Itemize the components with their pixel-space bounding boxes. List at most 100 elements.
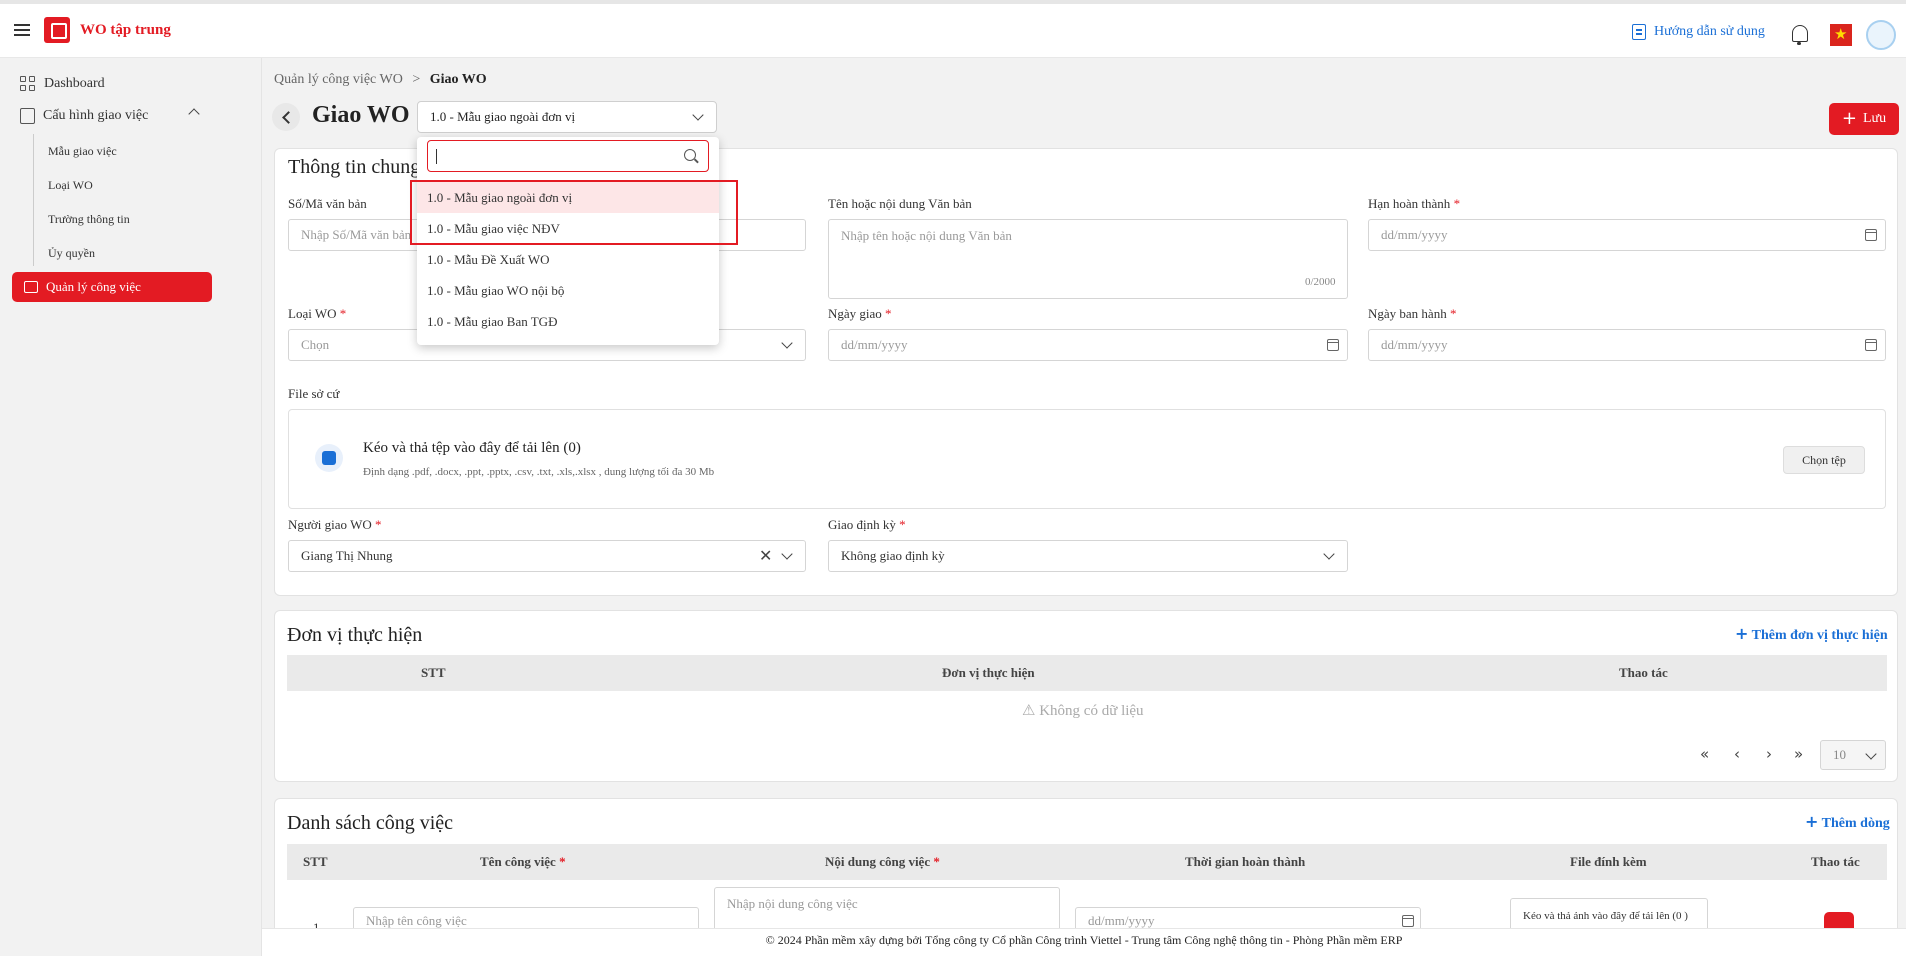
- text-caret: [436, 149, 437, 164]
- sidebar-subitem-fields[interactable]: Trường thông tin: [48, 212, 130, 227]
- template-search-input[interactable]: [427, 140, 709, 172]
- prev-page-icon[interactable]: ‹: [1734, 745, 1740, 763]
- page-size-select[interactable]: 10: [1820, 740, 1886, 770]
- search-icon: [684, 149, 696, 161]
- required-mark: *: [559, 854, 566, 869]
- app-title[interactable]: WO tập trung: [80, 22, 171, 39]
- required-mark: *: [1453, 196, 1461, 211]
- next-page-icon[interactable]: ›: [1766, 745, 1772, 763]
- sidebar-subitem-delegation[interactable]: Ủy quyền: [48, 246, 95, 261]
- column-header-text: Nội dung công việc: [825, 854, 931, 869]
- tasks-table-header: STT Tên công việc * Nội dung công việc *…: [287, 844, 1887, 880]
- breadcrumb-parent[interactable]: Quản lý công việc WO: [274, 72, 403, 87]
- avatar[interactable]: [1866, 20, 1896, 50]
- date-placeholder: dd/mm/yyyy: [1381, 337, 1448, 352]
- dropdown-option[interactable]: 1.0 - Mẫu giao WO nội bộ: [417, 275, 719, 306]
- add-unit-link[interactable]: + Thêm đơn vị thực hiện: [1735, 624, 1888, 644]
- last-page-icon[interactable]: »: [1794, 745, 1803, 763]
- column-header-text: Tên công việc: [480, 854, 556, 869]
- page-title: Giao WO: [312, 102, 410, 128]
- char-counter: 0/2000: [1305, 276, 1336, 288]
- first-page-icon[interactable]: «: [1700, 745, 1709, 763]
- periodic-select[interactable]: Không giao định kỳ: [828, 540, 1348, 572]
- vietnam-flag-icon[interactable]: [1830, 24, 1852, 46]
- tasks-title: Danh sách công việc: [287, 812, 454, 834]
- wo-type-label: Loại WO *: [288, 306, 346, 322]
- document-icon: [20, 108, 35, 124]
- assign-date-label: Ngày giao *: [828, 306, 892, 322]
- required-mark: *: [885, 306, 892, 321]
- doc-name-textarea[interactable]: Nhập tên hoặc nội dung Văn bản 0/2000: [828, 219, 1348, 299]
- sidebar-item-dashboard[interactable]: Dashboard: [20, 76, 105, 92]
- assign-date-input[interactable]: dd/mm/yyyy: [828, 329, 1348, 361]
- assigner-select[interactable]: Giang Thị Nhung ✕: [288, 540, 806, 572]
- sidebar-item-config[interactable]: Cấu hình giao việc: [20, 108, 148, 124]
- sidebar-item-work-management[interactable]: Quản lý công việc: [12, 272, 212, 302]
- wo-type-label-text: Loại WO: [288, 306, 337, 321]
- units-table-header: STT Đơn vị thực hiện Thao tác: [287, 655, 1887, 691]
- file-drop-zone[interactable]: Kéo và thả tệp vào đây để tải lên (0) Đị…: [288, 409, 1886, 509]
- calendar-icon: [1865, 339, 1877, 351]
- required-mark: *: [374, 517, 382, 532]
- wo-type-placeholder: Chọn: [301, 337, 330, 352]
- dropdown-option[interactable]: 1.0 - Mẫu Đề Xuất WO: [417, 244, 719, 275]
- breadcrumb-separator: >: [412, 72, 421, 87]
- calendar-icon: [1402, 915, 1414, 927]
- bell-icon[interactable]: [1790, 24, 1808, 45]
- calendar-icon: [1865, 229, 1877, 241]
- breadcrumb: Quản lý công việc WO > Giao WO: [274, 72, 487, 88]
- general-info-title: Thông tin chung: [288, 156, 421, 178]
- dropdown-option[interactable]: 1.0 - Mẫu giao Ban TGĐ: [417, 306, 719, 337]
- required-mark: *: [933, 854, 940, 869]
- file-label: File sở cứ: [288, 386, 340, 401]
- dashboard-icon: [20, 76, 36, 92]
- column-header: Thời gian hoàn thành: [1185, 854, 1306, 869]
- sidebar-subitem-templates[interactable]: Mẫu giao việc: [48, 144, 117, 159]
- add-row-label: Thêm dòng: [1821, 816, 1890, 831]
- submenu-divider: [33, 134, 34, 266]
- date-placeholder: dd/mm/yyyy: [1381, 227, 1448, 242]
- column-header: Thao tác: [1619, 665, 1668, 680]
- doc-name-placeholder: Nhập tên hoặc nội dung Văn bản: [841, 228, 1012, 243]
- chevron-up-icon[interactable]: [188, 108, 200, 120]
- column-header: STT: [421, 665, 446, 680]
- deadline-label-text: Hạn hoàn thành: [1368, 196, 1451, 211]
- required-mark: *: [899, 517, 906, 532]
- sidebar: Dashboard Cấu hình giao việc Mẫu giao vi…: [0, 58, 262, 956]
- briefcase-icon: [24, 281, 38, 293]
- deadline-date-input[interactable]: dd/mm/yyyy: [1368, 219, 1886, 251]
- deadline-label: Hạn hoàn thành *: [1368, 196, 1460, 212]
- required-mark: *: [1449, 306, 1457, 321]
- plus-icon: +: [1735, 624, 1749, 643]
- footer: © 2024 Phần mềm xây dựng bởi Tổng công t…: [262, 928, 1906, 956]
- template-select[interactable]: 1.0 - Mẫu giao ngoài đơn vị: [417, 101, 717, 133]
- assigner-label-text: Người giao WO: [288, 517, 372, 532]
- user-guide-link[interactable]: Hướng dẫn sử dụng: [1632, 24, 1765, 40]
- issue-date-label: Ngày ban hành *: [1368, 306, 1456, 322]
- sidebar-item-label: Cấu hình giao việc: [43, 108, 149, 123]
- choose-file-button[interactable]: Chọn tệp: [1783, 446, 1865, 474]
- upload-icon: [315, 444, 343, 472]
- column-header: Nội dung công việc *: [825, 854, 940, 870]
- annotation-highlight: [410, 180, 738, 245]
- menu-icon[interactable]: [14, 24, 30, 36]
- chevron-down-icon: [692, 109, 704, 121]
- clear-icon[interactable]: ✕: [759, 546, 772, 565]
- back-button[interactable]: [272, 103, 300, 131]
- sidebar-subitem-wo-types[interactable]: Loại WO: [48, 178, 93, 193]
- date-placeholder: dd/mm/yyyy: [1088, 913, 1155, 928]
- column-header: Thao tác: [1811, 854, 1860, 869]
- breadcrumb-current: Giao WO: [429, 72, 487, 87]
- column-header: File đính kèm: [1570, 854, 1647, 869]
- plus-icon: +: [1841, 108, 1857, 129]
- save-button[interactable]: + Lưu: [1829, 103, 1899, 135]
- required-mark: *: [339, 306, 347, 321]
- save-button-label: Lưu: [1862, 111, 1887, 126]
- add-row-link[interactable]: + Thêm dòng: [1805, 812, 1890, 832]
- empty-state: ⚠ Không có dữ liệu: [1022, 703, 1144, 719]
- assigner-value: Giang Thị Nhung: [301, 548, 393, 563]
- chevron-down-icon: [1865, 748, 1877, 760]
- top-bar: WO tập trung Hướng dẫn sử dụng: [0, 0, 1906, 58]
- column-header: STT: [303, 854, 328, 869]
- issue-date-input[interactable]: dd/mm/yyyy: [1368, 329, 1886, 361]
